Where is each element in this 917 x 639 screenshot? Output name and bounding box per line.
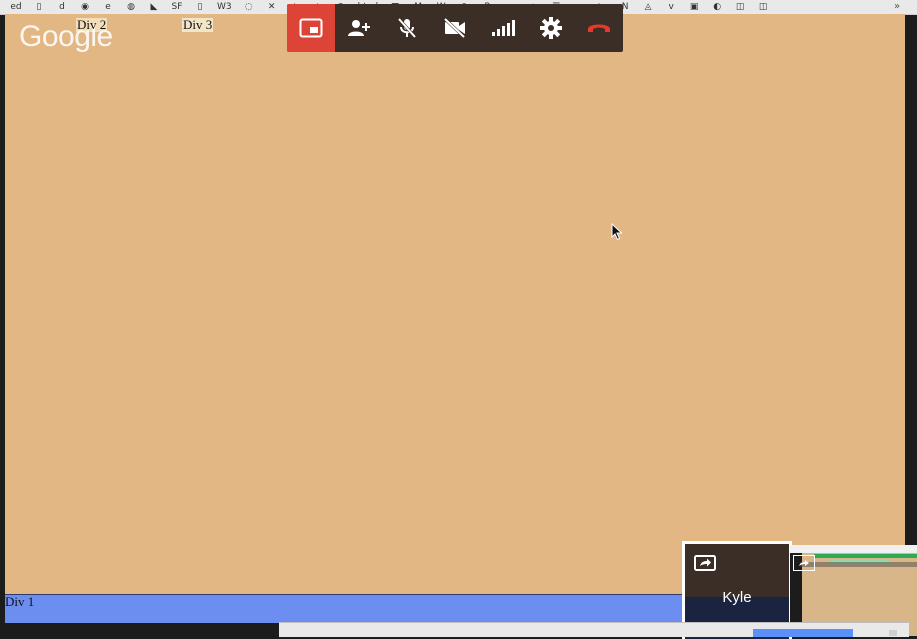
bookmark-item[interactable]: SF	[171, 1, 183, 13]
thumbnail-green-header	[814, 554, 917, 558]
bookmark-item[interactable]: ◫	[757, 1, 769, 13]
bookmark-item[interactable]: ◐	[711, 1, 723, 13]
hang-up-icon	[588, 24, 610, 32]
screen-share-icon	[694, 555, 716, 571]
thumbnail-strip	[800, 562, 917, 567]
bookmark-item[interactable]: ▯	[194, 1, 206, 13]
bookmark-item[interactable]: W3	[217, 1, 232, 13]
present-screen-icon	[299, 18, 323, 38]
connection-quality-button[interactable]	[479, 4, 527, 52]
bookmark-item[interactable]: ◫	[734, 1, 746, 13]
thumbnail-toolbar	[790, 545, 917, 553]
bookmark-item[interactable]: ◣	[148, 1, 160, 13]
bookmark-item[interactable]: ▯	[33, 1, 45, 13]
video-off-button[interactable]	[431, 4, 479, 52]
hang-up-button[interactable]	[575, 4, 623, 52]
div3-label: Div 3	[182, 17, 214, 32]
bookmark-item[interactable]: ◉	[79, 1, 91, 13]
add-person-button[interactable]	[335, 4, 383, 52]
div2-label: Div 2	[76, 17, 108, 32]
mic-off-icon	[397, 18, 417, 38]
settings-button[interactable]	[527, 4, 575, 52]
participant-name: Kyle	[722, 589, 752, 606]
bottom-strip-control[interactable]	[889, 630, 897, 636]
bookmark-item[interactable]: d	[56, 1, 68, 13]
bookmark-item[interactable]: ▣	[688, 1, 700, 13]
bookmark-item[interactable]: ◍	[125, 1, 137, 13]
video-off-icon	[443, 18, 466, 38]
bookmark-item[interactable]: e	[102, 1, 114, 13]
bottom-browser-strip	[279, 622, 909, 637]
div1-bar: Div 1	[5, 594, 683, 623]
add-person-icon	[348, 20, 370, 36]
shared-screen-view: Google Div 2 Div 3	[5, 14, 905, 594]
settings-gear-icon	[540, 17, 562, 39]
bookmark-item[interactable]: ◬	[642, 1, 654, 13]
present-screen-button[interactable]	[287, 4, 335, 52]
div1-label: Div 1	[5, 594, 35, 609]
bookmark-item[interactable]: ed	[10, 1, 22, 13]
mute-microphone-button[interactable]	[383, 4, 431, 52]
mouse-pointer-icon	[611, 223, 623, 241]
signal-bars-icon	[492, 20, 515, 36]
bookmarks-overflow-chevron-icon[interactable]: »	[891, 1, 903, 13]
call-controls-bar	[287, 4, 623, 52]
bookmark-item[interactable]: ◌	[243, 1, 255, 13]
screen-share-icon	[793, 555, 815, 571]
bookmark-item[interactable]: ✕	[266, 1, 278, 13]
bookmark-item[interactable]: v	[665, 1, 677, 13]
